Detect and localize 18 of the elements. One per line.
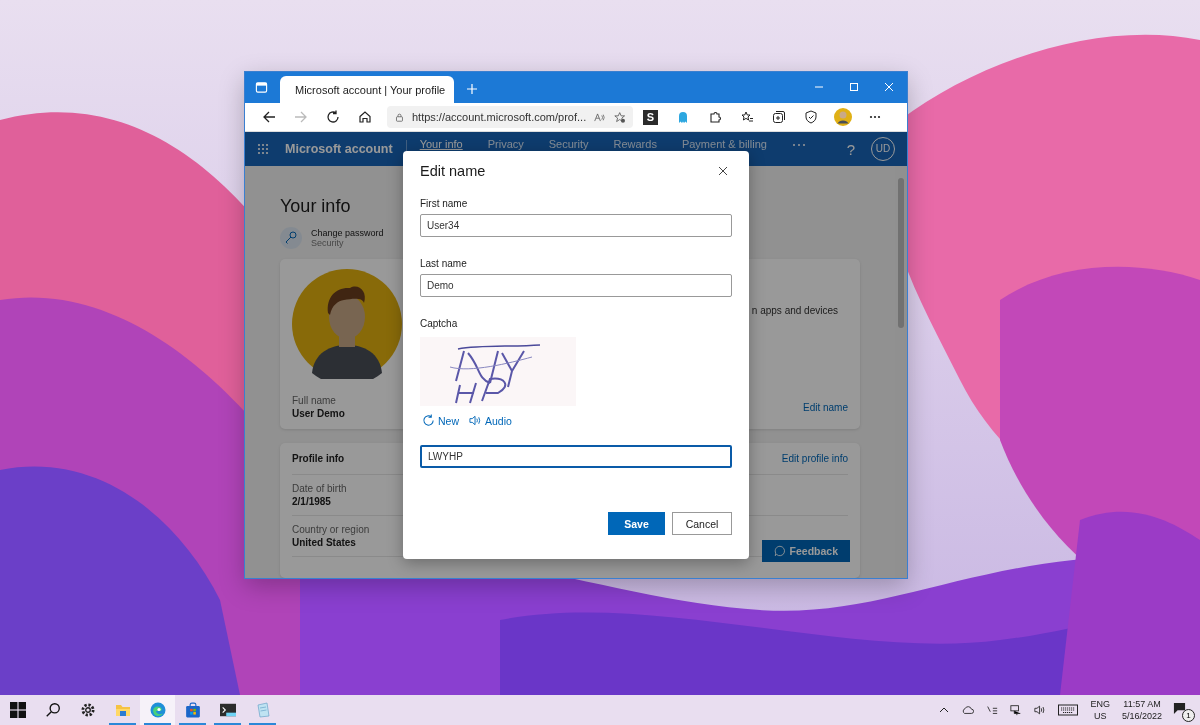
language-indicator[interactable]: ENG US xyxy=(1090,698,1110,722)
cloud-icon[interactable] xyxy=(962,704,975,716)
settings-icon xyxy=(79,702,96,718)
message-icon xyxy=(1173,702,1186,715)
windows-logo-icon xyxy=(9,702,26,718)
notepad-icon xyxy=(254,702,271,718)
edge-browser-icon xyxy=(149,702,166,718)
notification-count: 1 xyxy=(1182,709,1195,722)
notification-button[interactable]: 1 xyxy=(1172,700,1192,720)
network-icon[interactable] xyxy=(1010,704,1023,716)
terminal-icon xyxy=(219,702,236,718)
volume-icon[interactable] xyxy=(1034,704,1047,716)
edge-taskbar-button[interactable] xyxy=(140,695,175,725)
keyboard-icon[interactable] xyxy=(1058,704,1079,716)
clock[interactable]: 11:57 AM 5/16/2022 xyxy=(1121,698,1162,722)
folder-icon xyxy=(114,702,131,718)
store-bag-icon xyxy=(184,702,201,718)
search-icon xyxy=(44,702,61,718)
